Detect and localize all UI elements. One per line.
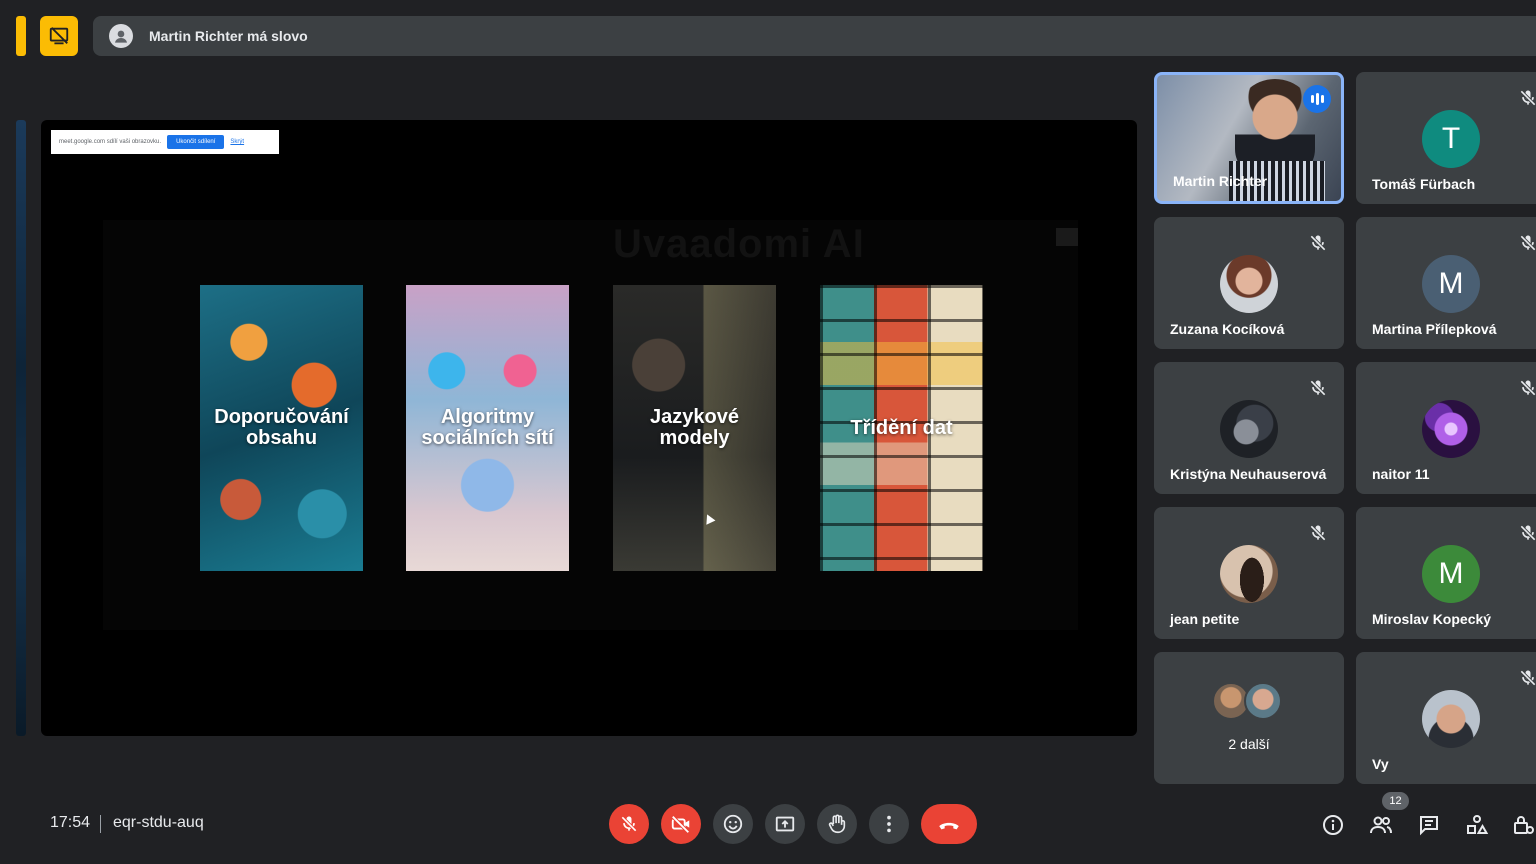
participant-tile-kristyna-neuhauserova[interactable]: Kristýna Neuhauserová [1154,362,1344,494]
presentation-off-icon [49,27,69,45]
meeting-clock: 17:54 [50,814,91,831]
speaking-indicator-icon [1303,85,1331,113]
activities-icon [1467,815,1489,834]
participant-name: Miroslav Kopecký [1372,611,1492,627]
chat-icon [1420,816,1438,836]
avatar [1220,255,1278,313]
raise-hand-button[interactable] [817,804,857,844]
people-button[interactable] [1368,812,1394,838]
slide-card-3: Jazykové modely [613,285,776,571]
screen-share-notice: meet.google.com sdílí vaši obrazovku. Uk… [51,130,279,154]
avatar: M [1422,255,1480,313]
card-title: Jazykové modely [650,406,739,449]
meeting-details-button[interactable] [1320,812,1346,838]
participant-tile-martina-prilepkova[interactable]: M Martina Přílepková [1356,217,1536,349]
participant-tile-naitor-11[interactable]: naitor 11 [1356,362,1536,494]
filmstrip-edge [16,120,26,736]
mic-off-icon [1520,90,1536,106]
card-title: Doporučování obsahu [214,406,349,449]
card-title: Třídění dat [850,416,953,439]
emoji-icon [723,814,743,834]
more-participants-label: 2 další [1228,736,1270,752]
lock-person-icon [1514,816,1534,834]
participant-name: naitor 11 [1372,466,1430,482]
speaker-avatar [109,24,133,48]
avatar [1220,400,1278,458]
mic-off-icon [1520,235,1536,251]
activities-button[interactable] [1464,812,1490,838]
left-accent-bar [16,16,26,56]
host-controls-button[interactable] [1510,812,1536,838]
slide-close-box [1056,228,1078,246]
slide-card-1: Doporučování obsahu [200,285,363,571]
meeting-code: eqr-stdu-auq [113,814,204,831]
participant-tile-jean-petite[interactable]: jean petite [1154,507,1344,639]
avatar [1244,682,1282,720]
participant-tile-martin-richter[interactable]: Martin Richter [1154,72,1344,204]
slide: Uvaadomi AI Doporučování obsahu Algoritm… [103,220,1078,630]
leave-call-button[interactable] [921,804,977,844]
card-title: Algoritmy sociálních sítí [421,406,554,449]
camera-off-icon [671,815,690,834]
person-icon [115,30,127,43]
participant-name: Kristýna Neuhauserová [1170,466,1327,482]
mic-off-icon [1310,380,1326,396]
presentation-stage[interactable]: meet.google.com sdílí vaši obrazovku. Uk… [41,120,1137,736]
participant-name: Zuzana Kocíková [1170,321,1285,337]
chat-button[interactable] [1416,812,1442,838]
slide-card-2: Algoritmy sociálních sítí [406,285,569,571]
slide-heading: Uvaadomi AI [613,222,865,266]
avatar [1220,545,1278,603]
slide-card-4: Třídění dat [820,285,983,571]
stop-sharing-button[interactable]: Ukončit sdílení [167,135,225,149]
more-participants-tile[interactable]: 2 další [1154,652,1344,784]
participant-tile-miroslav-kopecky[interactable]: M Miroslav Kopecký [1356,507,1536,639]
active-speaker-banner: Martin Richter má slovo [93,16,1536,56]
present-screen-button[interactable] [765,804,805,844]
participant-tile-self[interactable]: Vy [1356,652,1536,784]
avatar: T [1422,110,1480,168]
info-icon [1323,815,1343,835]
mic-off-icon [1310,235,1326,251]
microphone-toggle-button[interactable] [609,804,649,844]
avatar [1422,400,1480,458]
participant-name: jean petite [1170,611,1240,627]
reactions-button[interactable] [713,804,753,844]
participant-name: Tomáš Fürbach [1372,176,1476,192]
hang-up-icon [939,822,959,830]
mic-off-icon [1520,670,1536,686]
mic-off-icon [1310,525,1326,541]
bottom-control-bar: 17:54 eqr-stdu-auq 12 [0,790,1536,864]
present-icon [775,816,795,832]
avatar [1422,690,1480,748]
hand-icon [828,814,846,834]
presentation-indicator[interactable] [40,16,78,56]
participant-name: Martina Přílepková [1372,321,1497,337]
participant-tile-tomas-furbach[interactable]: T Tomáš Fürbach [1356,72,1536,204]
more-participants-avatars [1212,682,1292,722]
participant-name: Martin Richter [1173,173,1268,189]
mic-off-icon [621,816,637,832]
speaker-text: Martin Richter má slovo [149,28,308,44]
share-notice-text: meet.google.com sdílí vaši obrazovku. [59,139,162,145]
mic-off-icon [1520,380,1536,396]
participant-tile-zuzana-kocikova[interactable]: Zuzana Kocíková [1154,217,1344,349]
mic-off-icon [1520,525,1536,541]
more-vert-icon [887,815,891,833]
more-options-button[interactable] [869,804,909,844]
participant-name: Vy [1372,756,1389,772]
avatar: M [1422,545,1480,603]
divider [100,815,101,833]
camera-toggle-button[interactable] [661,804,701,844]
people-icon [1370,816,1392,834]
participant-count-badge: 12 [1382,792,1409,810]
hide-notice-link[interactable]: Skrýt [230,139,244,145]
